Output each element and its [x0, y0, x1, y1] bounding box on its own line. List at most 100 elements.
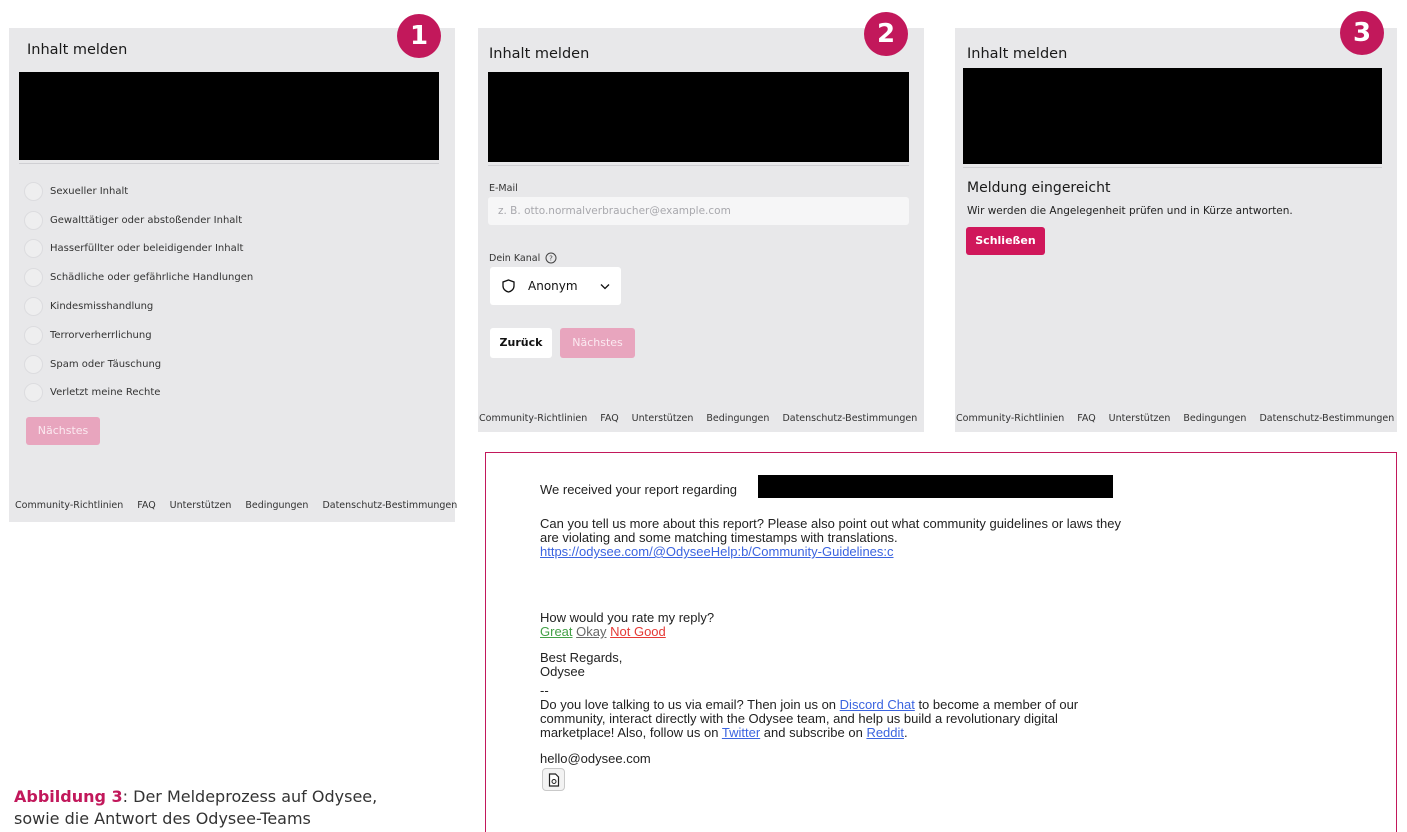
panel-title: Inhalt melden	[489, 46, 590, 62]
footer-link-terms[interactable]: Bedingungen	[706, 413, 769, 424]
guidelines-link[interactable]: https://odysee.com/@OdyseeHelp:b/Communi…	[540, 545, 894, 559]
next-button-disabled: Nächstes	[26, 417, 100, 445]
option-label: Kindesmisshandlung	[50, 300, 154, 312]
promo-line-2: community, interact directly with the Od…	[540, 711, 1058, 726]
radio-button[interactable]	[24, 267, 43, 287]
reason-option-sexual[interactable]: Sexueller Inhalt	[24, 180, 128, 202]
channel-select[interactable]: Anonym	[490, 267, 621, 305]
report-panel-step-2: Inhalt melden E-Mail Dein Kanal ? Anonym…	[478, 28, 924, 432]
rate-not-good-link[interactable]: Not Good	[610, 624, 666, 639]
promo-text: to become a member of our	[918, 697, 1079, 712]
option-label: Hasserfüllter oder beleidigender Inhalt	[50, 242, 244, 254]
footer-links: Community-Richtlinien FAQ Unterstützen B…	[956, 413, 1394, 424]
promo-line-3: marketplace! Also, follow us on Twitter …	[540, 726, 908, 740]
option-label: Terrorverherrlichung	[50, 329, 152, 341]
footer-link-guidelines[interactable]: Community-Richtlinien	[479, 413, 587, 424]
footer-link-privacy[interactable]: Datenschutz-Bestimmungen	[782, 413, 917, 424]
divider	[963, 167, 1382, 168]
reason-option-spam[interactable]: Spam oder Täuschung	[24, 353, 161, 375]
svg-text:?: ?	[549, 255, 553, 263]
footer-link-support[interactable]: Unterstützen	[170, 500, 232, 511]
discord-link[interactable]: Discord Chat	[840, 697, 915, 712]
panel-title: Inhalt melden	[27, 42, 128, 58]
radio-button[interactable]	[24, 325, 43, 345]
rate-question: How would you rate my reply?	[540, 610, 715, 625]
channel-value: Anonym	[528, 279, 578, 293]
rate-okay-link[interactable]: Okay	[576, 624, 606, 639]
channel-label-row: Dein Kanal ?	[489, 252, 557, 264]
footer-link-guidelines[interactable]: Community-Richtlinien	[956, 413, 1064, 424]
reason-option-violent[interactable]: Gewalttätiger oder abstoßender Inhalt	[24, 209, 242, 231]
reason-option-terrorism[interactable]: Terrorverherrlichung	[24, 324, 152, 346]
divider	[19, 163, 439, 164]
step-badge-2: 2	[864, 12, 908, 56]
reason-option-hateful[interactable]: Hasserfüllter oder beleidigender Inhalt	[24, 237, 243, 259]
option-label: Schädliche oder gefährliche Handlungen	[50, 271, 254, 283]
footer-link-terms[interactable]: Bedingungen	[245, 500, 308, 511]
divider	[488, 165, 909, 166]
step-badge-3: 3	[1340, 11, 1384, 55]
redacted-report-title	[758, 475, 1113, 498]
footer-links: Community-Richtlinien FAQ Unterstützen B…	[479, 413, 917, 424]
report-panel-step-1: Inhalt melden Sexueller Inhalt Gewalttät…	[9, 28, 457, 522]
reason-option-child-abuse[interactable]: Kindesmisshandlung	[24, 295, 153, 317]
footer-links: Community-Richtlinien FAQ Unterstützen B…	[15, 500, 457, 511]
caption-line-2: sowie die Antwort des Odysee-Teams	[14, 809, 311, 828]
option-label: Gewalttätiger oder abstoßender Inhalt	[50, 214, 243, 226]
option-label: Spam oder Täuschung	[50, 358, 162, 370]
email-input[interactable]	[488, 197, 909, 225]
footer-link-support[interactable]: Unterstützen	[632, 413, 694, 424]
next-button-disabled: Nächstes	[560, 328, 635, 358]
redacted-content-preview	[963, 68, 1382, 164]
question-line-1: Can you tell us more about this report? …	[540, 516, 1121, 531]
email-address: hello@odysee.com	[540, 751, 651, 766]
back-button[interactable]: Zurück	[490, 328, 552, 358]
radio-button[interactable]	[24, 296, 43, 316]
shield-icon	[502, 279, 515, 293]
footer-link-privacy[interactable]: Datenschutz-Bestimmungen	[1259, 413, 1394, 424]
footer-link-guidelines[interactable]: Community-Richtlinien	[15, 500, 123, 511]
footer-link-support[interactable]: Unterstützen	[1109, 413, 1171, 424]
option-label: Sexueller Inhalt	[50, 185, 129, 197]
footer-link-privacy[interactable]: Datenschutz-Bestimmungen	[322, 500, 457, 511]
radio-button[interactable]	[24, 181, 43, 201]
email-reply-frame: We received your report regarding Can yo…	[485, 452, 1397, 832]
footer-link-faq[interactable]: FAQ	[600, 413, 618, 424]
footer-link-faq[interactable]: FAQ	[137, 500, 155, 511]
twitter-link[interactable]: Twitter	[722, 725, 760, 740]
promo-text: marketplace! Also, follow us on	[540, 725, 719, 740]
signature-separator: --	[540, 683, 549, 698]
radio-button[interactable]	[24, 382, 43, 402]
signature-text: Odysee	[540, 664, 585, 679]
received-text: We received your report regarding	[540, 482, 738, 497]
footer-link-terms[interactable]: Bedingungen	[1183, 413, 1246, 424]
reason-option-rights[interactable]: Verletzt meine Rechte	[24, 381, 160, 403]
caption-label: Abbildung 3	[14, 787, 123, 806]
period: .	[904, 725, 908, 740]
radio-button[interactable]	[24, 354, 43, 374]
caption-line-1: : Der Meldeprozess auf Odysee,	[122, 787, 378, 806]
channel-label: Dein Kanal	[489, 252, 541, 264]
help-circle-icon[interactable]: ?	[545, 252, 557, 264]
attachment-button[interactable]	[542, 768, 565, 791]
rate-great-link[interactable]: Great	[540, 624, 573, 639]
radio-button[interactable]	[24, 238, 43, 258]
email-label: E-Mail	[489, 183, 518, 194]
option-label: Verletzt meine Rechte	[50, 386, 161, 398]
promo-text: Do you love talking to us via email? The…	[540, 697, 837, 712]
promo-text: and subscribe on	[763, 725, 863, 740]
radio-button[interactable]	[24, 210, 43, 230]
close-button[interactable]: Schließen	[966, 227, 1045, 255]
step-badge-1: 1	[397, 14, 441, 58]
reddit-link[interactable]: Reddit	[866, 725, 904, 740]
figure-caption: Abbildung 3: Der Meldeprozess auf Odysee…	[14, 786, 454, 830]
file-icon	[548, 772, 559, 787]
promo-line-1: Do you love talking to us via email? The…	[540, 698, 1078, 712]
rating-links: Great Okay Not Good	[540, 625, 666, 639]
submitted-message: Wir werden die Angelegenheit prüfen und …	[967, 205, 1293, 217]
regards-text: Best Regards,	[540, 650, 623, 665]
redacted-content-preview	[19, 72, 439, 160]
panel-title: Inhalt melden	[967, 46, 1068, 62]
footer-link-faq[interactable]: FAQ	[1077, 413, 1095, 424]
reason-option-harmful[interactable]: Schädliche oder gefährliche Handlungen	[24, 266, 253, 288]
